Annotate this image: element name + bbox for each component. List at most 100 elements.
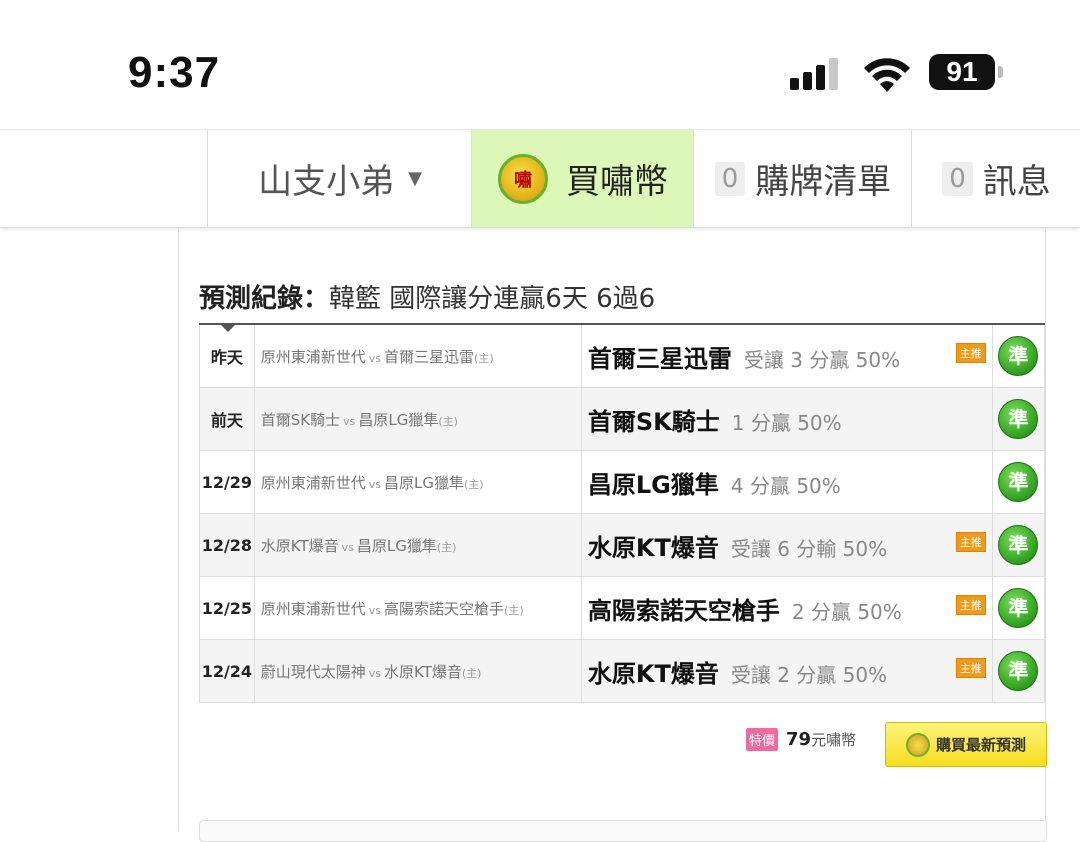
home-mark: (主) (474, 351, 494, 365)
pick-detail: 受讓 6 分輸 50% (730, 536, 888, 561)
accurate-icon: 準 (998, 336, 1039, 376)
main-recommend-tag: 主推 (955, 342, 986, 363)
cellular-signal-icon (790, 58, 840, 90)
status-bar: 9:37 91 (0, 0, 1080, 125)
home-team: 昌原LG獵隼 (358, 410, 439, 429)
table-row: 12/28 水原KT爆音 vs 昌原LG獵隼(主) 水原KT爆音 受讓 6 分輸 50% 主… (199, 513, 1046, 577)
away-team: 首爾SK騎士 (260, 410, 341, 429)
record-title: 預測紀錄：韓籃 國際讓分連贏6天 6過6 (199, 278, 655, 315)
home-mark: (主) (504, 603, 524, 617)
battery-icon: 91 (929, 54, 995, 90)
record-detail: 韓籃 國際讓分連贏6天 6過6 (329, 284, 656, 314)
row-matchup[interactable]: 原州東浦新世代 vs 首爾三星迅雷(主) (253, 323, 582, 388)
price-value: 79 (786, 729, 812, 750)
pick-detail: 4 分贏 50% (730, 473, 841, 498)
home-team: 昌原LG獵隼 (356, 536, 437, 555)
pick-team: 高陽索諾天空槍手 (587, 596, 780, 625)
row-date: 12/28 (199, 513, 255, 577)
pick-detail: 受讓 2 分贏 50% (730, 662, 888, 687)
vs-label: vs (368, 351, 382, 365)
home-mark: (主) (438, 414, 458, 428)
wifi-icon (864, 58, 910, 92)
row-pick: 首爾三星迅雷 受讓 3 分贏 50% 主推 (580, 323, 993, 388)
accurate-icon: 準 (998, 588, 1039, 628)
messages-button[interactable]: 0 訊息 (911, 130, 1080, 227)
row-date: 12/25 (199, 576, 255, 640)
row-result: 準 (991, 450, 1046, 514)
messages-label: 訊息 (982, 162, 1051, 202)
caret-down-icon: ▼ (408, 168, 422, 189)
user-menu[interactable]: 山支小弟 ▼ (207, 130, 472, 227)
pick-detail: 受讓 3 分贏 50% (743, 347, 901, 372)
clock: 9:37 (128, 48, 221, 97)
row-matchup[interactable]: 蔚山現代太陽神 vs 水原KT爆音(主) (253, 639, 582, 703)
row-result: 準 (991, 639, 1046, 703)
home-mark: (主) (461, 666, 482, 680)
promo-price: 特價 79 元嘯幣 (746, 728, 872, 751)
pick-detail: 2 分贏 50% (791, 599, 902, 624)
message-count-badge: 0 (942, 161, 973, 196)
table-row: 12/24 蔚山現代太陽神 vs 水原KT爆音(主) 水原KT爆音 受讓 2 分贏 50%… (199, 639, 1046, 703)
coin-icon (905, 732, 930, 757)
home-team: 高陽索諾天空槍手 (384, 599, 505, 618)
away-team: 原州東浦新世代 (260, 599, 366, 618)
pick-team: 水原KT爆音 (587, 533, 719, 562)
row-pick: 水原KT爆音 受讓 2 分贏 50% 主推 (580, 639, 993, 703)
row-pick: 昌原LG獵隼 4 分贏 50% (580, 450, 993, 514)
top-nav: 山支小弟 ▼ 嘯 買嘯幣 0 購牌清單 0 訊息 (0, 129, 1080, 228)
home-team: 昌原LG獵隼 (384, 473, 465, 492)
cart-button[interactable]: 0 購牌清單 (693, 130, 912, 227)
away-team: 原州東浦新世代 (260, 473, 366, 492)
row-matchup[interactable]: 原州東浦新世代 vs 高陽索諾天空槍手(主) (253, 576, 582, 640)
vs-label: vs (368, 477, 382, 491)
row-result: 準 (991, 323, 1046, 388)
home-team: 水原KT爆音 (384, 662, 462, 681)
table-pointer (219, 323, 237, 332)
away-team: 水原KT爆音 (260, 536, 339, 555)
row-date: 昨天 (199, 323, 255, 388)
user-name: 山支小弟 (258, 162, 395, 202)
special-price-badge: 特價 (746, 728, 779, 751)
home-mark: (主) (464, 477, 484, 491)
away-team: 原州東浦新世代 (260, 347, 366, 366)
table-row: 昨天 原州東浦新世代 vs 首爾三星迅雷(主) 首爾三星迅雷 受讓 3 分贏 50% 主推準 (199, 323, 1046, 388)
record-label: 預測紀錄： (199, 284, 330, 314)
table-row: 前天 首爾SK騎士 vs 昌原LG獵隼(主) 首爾SK騎士 1 分贏 50% 準 (199, 387, 1046, 451)
vs-label: vs (343, 414, 356, 428)
main-recommend-tag: 主推 (955, 657, 986, 678)
row-pick: 水原KT爆音 受讓 6 分輸 50% 主推 (580, 513, 993, 577)
buy-latest-prediction-label: 購買最新預測 (935, 736, 1026, 754)
row-date: 12/29 (199, 450, 255, 514)
vs-label: vs (368, 666, 382, 680)
buy-coin-button[interactable]: 嘯 買嘯幣 (471, 130, 694, 227)
pick-team: 昌原LG獵隼 (587, 470, 719, 499)
accurate-icon: 準 (998, 399, 1039, 439)
price-unit: 元嘯幣 (811, 731, 857, 749)
battery-tip (998, 66, 1003, 78)
accurate-icon: 準 (998, 462, 1039, 502)
row-matchup[interactable]: 首爾SK騎士 vs 昌原LG獵隼(主) (253, 387, 582, 451)
row-result: 準 (991, 513, 1046, 577)
home-mark: (主) (436, 540, 457, 554)
buy-latest-prediction-button[interactable]: 購買最新預測 (885, 722, 1047, 767)
row-matchup[interactable]: 水原KT爆音 vs 昌原LG獵隼(主) (253, 513, 582, 577)
cart-count-badge: 0 (714, 161, 746, 196)
table-row: 12/25 原州東浦新世代 vs 高陽索諾天空槍手(主) 高陽索諾天空槍手 2 分贏 50… (199, 576, 1046, 640)
panel-border-left (178, 228, 179, 831)
accurate-icon: 準 (998, 651, 1039, 691)
coin-icon: 嘯 (498, 153, 548, 204)
away-team: 蔚山現代太陽神 (260, 662, 366, 681)
pick-team: 首爾SK騎士 (587, 407, 720, 436)
cart-label: 購牌清單 (755, 162, 892, 202)
vs-label: vs (368, 603, 382, 617)
row-pick: 首爾SK騎士 1 分贏 50% (580, 387, 993, 451)
row-matchup[interactable]: 原州東浦新世代 vs 昌原LG獵隼(主) (253, 450, 582, 514)
table-row: 12/29 原州東浦新世代 vs 昌原LG獵隼(主) 昌原LG獵隼 4 分贏 50% 準 (199, 450, 1046, 514)
row-date: 12/24 (199, 639, 255, 703)
accurate-icon: 準 (998, 525, 1039, 565)
pick-detail: 1 分贏 50% (731, 410, 842, 435)
row-result: 準 (991, 387, 1046, 451)
pick-team: 水原KT爆音 (587, 659, 719, 688)
next-panel (199, 820, 1047, 842)
prediction-record-table: 昨天 原州東浦新世代 vs 首爾三星迅雷(主) 首爾三星迅雷 受讓 3 分贏 50% 主推準… (199, 323, 1046, 703)
